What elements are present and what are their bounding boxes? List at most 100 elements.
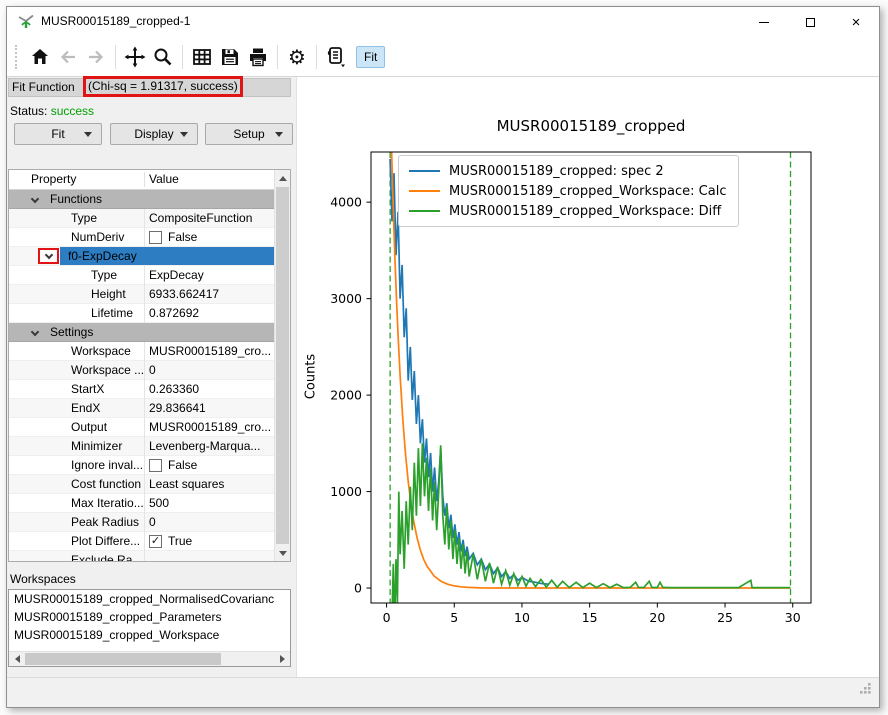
close-button[interactable]: × — [833, 7, 879, 37]
toolbar-separator — [316, 45, 317, 69]
property-row[interactable]: Minimizer Levenberg-Marqua... — [9, 437, 274, 456]
legend-entries: MUSR00015189_cropped: spec 2MUSR00015189… — [409, 161, 726, 221]
pan-icon[interactable] — [121, 43, 149, 71]
property-row[interactable]: StartX0.263360 — [9, 380, 274, 399]
chevron-down-icon — [180, 132, 188, 137]
forward-icon[interactable] — [82, 43, 110, 71]
checkbox-unchecked[interactable] — [149, 459, 162, 472]
generate-script-icon[interactable] — [322, 43, 350, 71]
property-row[interactable]: Type ExpDecay — [9, 266, 274, 285]
property-value[interactable]: MUSR00015189_cro... — [149, 342, 272, 360]
property-value[interactable]: Levenberg-Marqua... — [149, 437, 272, 455]
scrollbar-thumb[interactable] — [276, 187, 289, 544]
workspace-list-item[interactable]: MUSR00015189_cropped_Parameters — [9, 608, 290, 626]
property-row[interactable]: Workspace ...0 — [9, 361, 274, 380]
window-controls: × — [741, 7, 879, 37]
property-value[interactable]: ✓True — [149, 532, 272, 550]
property-value[interactable]: 0 — [149, 361, 272, 379]
chart-legend[interactable]: MUSR00015189_cropped: spec 2MUSR00015189… — [398, 155, 739, 227]
property-value[interactable]: 500 — [149, 494, 272, 512]
gear-icon[interactable]: ⚙ — [283, 43, 311, 71]
toolbar-separator — [182, 45, 183, 69]
setup-menu-button[interactable]: Setup — [205, 123, 293, 145]
property-value[interactable]: 29.836641 — [149, 399, 272, 417]
property-row[interactable]: Ignore inval...False — [9, 456, 274, 475]
mantid-app-icon — [18, 14, 34, 30]
property-row[interactable]: Cost functionLeast squares — [9, 475, 274, 494]
chevron-down-icon[interactable] — [44, 251, 52, 259]
property-value[interactable]: MUSR00015189_cro... — [149, 418, 272, 436]
minimize-button[interactable] — [741, 7, 787, 37]
property-label: NumDeriv — [71, 228, 124, 246]
checkbox-checked[interactable]: ✓ — [149, 535, 162, 548]
property-row[interactable]: Output MUSR00015189_cro... — [9, 418, 274, 437]
checkbox-unchecked[interactable] — [149, 231, 162, 244]
property-row[interactable]: EndX29.836641 — [9, 399, 274, 418]
table-rows: FunctionsTypeCompositeFunctionNumDerivFa… — [9, 190, 274, 561]
chevron-down-icon[interactable] — [31, 195, 39, 203]
property-label: Type — [91, 266, 117, 284]
property-label: Output — [71, 418, 107, 436]
save-icon[interactable] — [216, 43, 244, 71]
section-row[interactable]: Settings — [9, 323, 274, 342]
scroll-right-button[interactable] — [274, 652, 290, 666]
property-label: Height — [91, 285, 126, 303]
fit-property-browser: Fit Function (Chi-sq = 1.91317, success)… — [7, 77, 296, 677]
property-value[interactable]: 0 — [149, 513, 272, 531]
property-value[interactable]: CompositeFunction — [149, 209, 272, 227]
scroll-left-button[interactable] — [9, 652, 25, 666]
home-icon[interactable] — [26, 43, 54, 71]
property-row[interactable]: TypeCompositeFunction — [9, 209, 274, 228]
property-label: Peak Radius — [71, 513, 139, 531]
title-bar[interactable]: MUSR00015189_cropped-1 × — [7, 7, 879, 37]
workspaces-list[interactable]: MUSR00015189_cropped_NormalisedCovarianc… — [8, 589, 291, 667]
display-menu-button[interactable]: Display — [110, 123, 198, 145]
workspace-list-item[interactable]: MUSR00015189_cropped_Workspace — [9, 626, 290, 644]
print-icon[interactable] — [244, 43, 272, 71]
status-label: Status: — [10, 104, 47, 118]
property-value[interactable]: 0.263360 — [149, 380, 272, 398]
workspace-list-item[interactable]: MUSR00015189_cropped_NormalisedCovarianc — [9, 590, 290, 608]
section-row[interactable]: Functions — [9, 190, 274, 209]
property-row[interactable]: NumDeriv False — [9, 228, 274, 247]
grid-icon[interactable] — [188, 43, 216, 71]
back-icon[interactable] — [54, 43, 82, 71]
fit-function-label: Fit Function — [12, 80, 75, 94]
property-row[interactable]: Exclude Ra... — [9, 551, 274, 561]
scroll-up-button[interactable] — [275, 170, 290, 186]
legend-line-sample — [409, 210, 440, 213]
legend-entry: MUSR00015189_cropped_Workspace: Calc — [409, 181, 726, 201]
property-row[interactable]: Lifetime0.872692 — [9, 304, 274, 323]
property-row[interactable]: Plot Differe...✓True — [9, 532, 274, 551]
fit-menu-button[interactable]: Fit — [14, 123, 102, 145]
legend-entry: MUSR00015189_cropped_Workspace: Diff — [409, 201, 726, 221]
property-table: Property Value FunctionsTypeCompositeFun… — [8, 169, 291, 562]
scroll-down-button[interactable] — [275, 545, 290, 561]
y-axis-label: Counts — [304, 327, 319, 427]
plot-figure[interactable]: 05101520253001000200030004000 MUSR000151… — [296, 77, 879, 677]
property-value[interactable]: False — [149, 228, 272, 246]
property-row[interactable]: Peak Radius 0 — [9, 513, 274, 532]
property-value[interactable]: ExpDecay — [149, 266, 272, 284]
y-tick-label: 1000 — [330, 484, 362, 499]
property-value[interactable]: 0.872692 — [149, 304, 272, 322]
property-value[interactable]: Least squares — [149, 475, 272, 493]
zoom-icon[interactable] — [149, 43, 177, 71]
resize-grip[interactable] — [859, 682, 872, 700]
scrollbar-thumb[interactable] — [25, 653, 221, 665]
property-row[interactable]: WorkspaceMUSR00015189_cro... — [9, 342, 274, 361]
property-label: Minimizer — [71, 437, 122, 455]
function-row-selected[interactable]: f0-ExpDecay — [9, 247, 274, 266]
fit-toolbar-button[interactable]: Fit — [356, 46, 385, 68]
vertical-scrollbar[interactable] — [274, 170, 290, 561]
property-row[interactable]: Height 6933.662417 — [9, 285, 274, 304]
toolbar-grip[interactable] — [15, 45, 18, 69]
maximize-button[interactable] — [787, 7, 833, 37]
x-tick-label: 20 — [649, 610, 665, 625]
chevron-down-icon[interactable] — [31, 328, 39, 336]
horizontal-scrollbar[interactable] — [9, 651, 290, 666]
y-tick-label: 3000 — [330, 291, 362, 306]
property-value[interactable]: 6933.662417 — [149, 285, 272, 303]
property-row[interactable]: Max Iteratio...500 — [9, 494, 274, 513]
property-value[interactable]: False — [149, 456, 272, 474]
